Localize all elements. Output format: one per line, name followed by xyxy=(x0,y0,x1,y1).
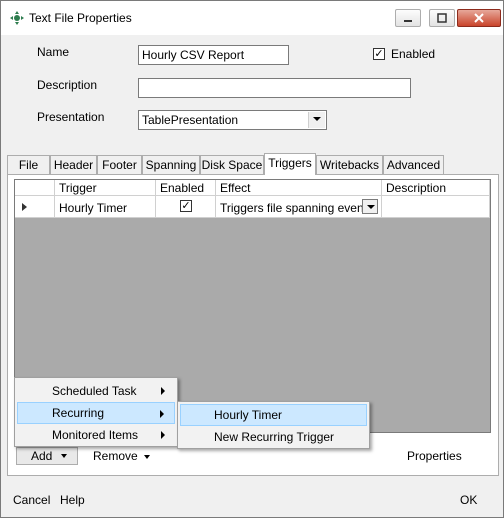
menu-item-monitored-items[interactable]: Monitored Items xyxy=(17,424,175,446)
chevron-down-icon[interactable] xyxy=(362,199,378,214)
menu-item-label: Recurring xyxy=(52,406,105,420)
presentation-label: Presentation xyxy=(37,110,105,124)
chevron-down-icon[interactable] xyxy=(308,112,325,128)
tab-advanced[interactable]: Advanced xyxy=(383,155,444,174)
recurring-submenu: Hourly Timer New Recurring Trigger xyxy=(177,401,370,449)
properties-button[interactable]: Properties xyxy=(407,449,462,463)
tab-triggers[interactable]: Triggers xyxy=(264,153,316,175)
menu-item-recurring[interactable]: Recurring xyxy=(17,402,175,424)
tab-header[interactable]: Header xyxy=(50,155,97,174)
trigger-cell[interactable]: Hourly Timer xyxy=(55,196,156,218)
menu-item-label: Scheduled Task xyxy=(52,384,137,398)
add-context-menu: Scheduled Task Recurring Monitored Items xyxy=(14,377,178,447)
properties-window: Text File Properties Name Hourly CSV Rep… xyxy=(0,0,504,518)
chevron-down-icon xyxy=(143,454,150,459)
tab-file[interactable]: File xyxy=(7,155,50,174)
dialog-footer: Cancel Help OK xyxy=(1,484,503,517)
cancel-button[interactable]: Cancel xyxy=(13,493,50,507)
chevron-down-icon xyxy=(61,454,67,458)
tab-footer[interactable]: Footer xyxy=(97,155,142,174)
close-icon xyxy=(474,13,484,23)
tab-disk-space[interactable]: Disk Space xyxy=(200,155,264,174)
row-selector[interactable] xyxy=(15,196,55,218)
enabled-label: Enabled xyxy=(391,47,436,61)
tab-writebacks[interactable]: Writebacks xyxy=(316,155,383,174)
remove-button[interactable]: Remove xyxy=(93,449,150,463)
minimize-icon xyxy=(404,20,412,22)
description-column-header[interactable]: Description xyxy=(382,180,490,196)
description-cell[interactable] xyxy=(382,196,490,218)
row-header-column xyxy=(15,180,55,196)
add-button-label: Add xyxy=(31,449,53,463)
effect-cell[interactable]: Triggers file spanning event xyxy=(216,196,382,218)
remove-button-label: Remove xyxy=(93,449,138,463)
window-title: Text File Properties xyxy=(29,11,132,25)
description-label: Description xyxy=(37,78,98,92)
title-bar[interactable]: Text File Properties xyxy=(1,1,503,35)
enabled-column-header[interactable]: Enabled xyxy=(156,180,216,196)
enabled-checkbox[interactable]: ✓ xyxy=(373,48,385,60)
ok-button[interactable]: OK xyxy=(460,493,477,507)
help-button[interactable]: Help xyxy=(60,493,85,507)
effect-cell-value: Triggers file spanning event xyxy=(220,201,367,215)
menu-item-new-recurring-trigger[interactable]: New Recurring Trigger xyxy=(180,426,367,448)
maximize-button[interactable] xyxy=(429,9,455,27)
tab-spanning[interactable]: Spanning xyxy=(142,155,200,174)
menu-item-scheduled-task[interactable]: Scheduled Task xyxy=(17,380,175,402)
menu-item-hourly-timer[interactable]: Hourly Timer xyxy=(180,404,367,426)
enabled-cell-checkbox[interactable]: ✓ xyxy=(180,200,192,212)
close-button[interactable] xyxy=(457,9,501,27)
name-label: Name xyxy=(37,45,70,59)
trigger-column-header[interactable]: Trigger xyxy=(55,180,156,196)
add-button[interactable]: Add xyxy=(16,447,78,465)
menu-item-label: Hourly Timer xyxy=(214,408,283,422)
current-row-icon xyxy=(22,203,27,211)
app-icon xyxy=(10,11,24,25)
menu-item-label: Monitored Items xyxy=(52,428,139,442)
maximize-icon xyxy=(437,13,447,23)
presentation-select[interactable]: TablePresentation xyxy=(138,110,327,130)
presentation-value: TablePresentation xyxy=(142,113,239,127)
minimize-button[interactable] xyxy=(395,9,421,27)
description-field[interactable] xyxy=(138,78,411,98)
name-field[interactable]: Hourly CSV Report xyxy=(138,45,289,65)
menu-item-label: New Recurring Trigger xyxy=(214,430,335,444)
enabled-cell[interactable]: ✓ xyxy=(156,196,216,218)
effect-column-header[interactable]: Effect xyxy=(216,180,382,196)
chevron-right-icon xyxy=(161,431,165,439)
chevron-right-icon xyxy=(161,387,165,395)
chevron-right-icon xyxy=(160,410,164,418)
tab-strip: File Header Footer Spanning Disk Space T… xyxy=(7,153,499,175)
